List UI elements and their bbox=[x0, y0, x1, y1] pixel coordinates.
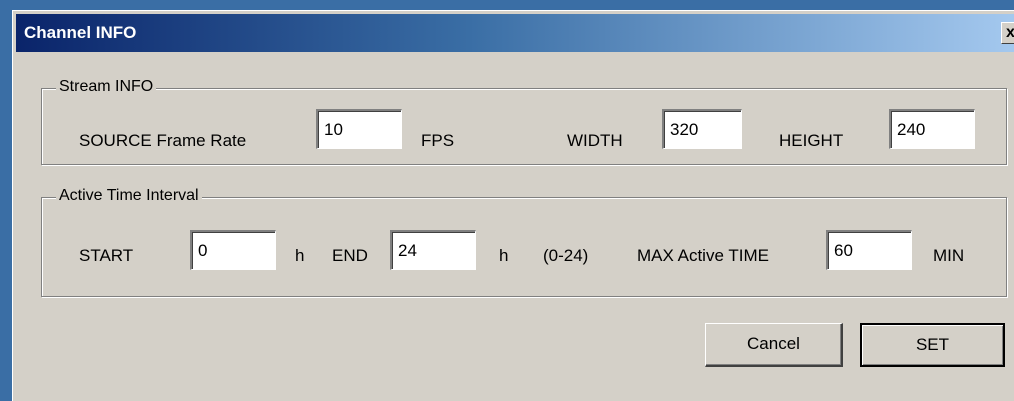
width-input[interactable] bbox=[662, 109, 742, 149]
window-title: Channel INFO bbox=[24, 23, 137, 42]
max-active-time-label: MAX Active TIME bbox=[637, 246, 769, 265]
start-hour-unit: h bbox=[295, 246, 305, 265]
max-active-time-unit: MIN bbox=[933, 246, 965, 265]
fps-unit-label: FPS bbox=[421, 131, 455, 150]
source-frame-rate-input[interactable] bbox=[316, 109, 402, 149]
close-button[interactable]: x bbox=[1001, 22, 1014, 44]
source-frame-rate-label: SOURCE Frame Rate bbox=[79, 131, 247, 150]
start-hour-input[interactable] bbox=[190, 230, 276, 270]
cancel-button[interactable]: Cancel bbox=[705, 323, 843, 367]
stream-info-group-label: Stream INFO bbox=[56, 78, 157, 96]
end-label: END bbox=[332, 246, 368, 265]
start-label: START bbox=[79, 246, 134, 265]
width-label: WIDTH bbox=[567, 131, 623, 150]
height-input[interactable] bbox=[889, 109, 975, 149]
stream-info-group: Stream INFO bbox=[41, 78, 1007, 165]
desktop-background: Channel INFO x Stream INFO SOURCE Frame … bbox=[0, 0, 1014, 401]
max-active-time-input[interactable] bbox=[826, 230, 912, 270]
set-button[interactable]: SET bbox=[860, 323, 1005, 367]
active-time-interval-group-label: Active Time Interval bbox=[56, 187, 202, 205]
channel-info-dialog: Channel INFO x Stream INFO SOURCE Frame … bbox=[12, 10, 1014, 401]
hour-range-hint: (0-24) bbox=[543, 246, 589, 265]
title-bar[interactable]: Channel INFO x bbox=[16, 14, 1014, 52]
end-hour-unit: h bbox=[499, 246, 509, 265]
height-label: HEIGHT bbox=[779, 131, 844, 150]
end-hour-input[interactable] bbox=[390, 230, 476, 270]
